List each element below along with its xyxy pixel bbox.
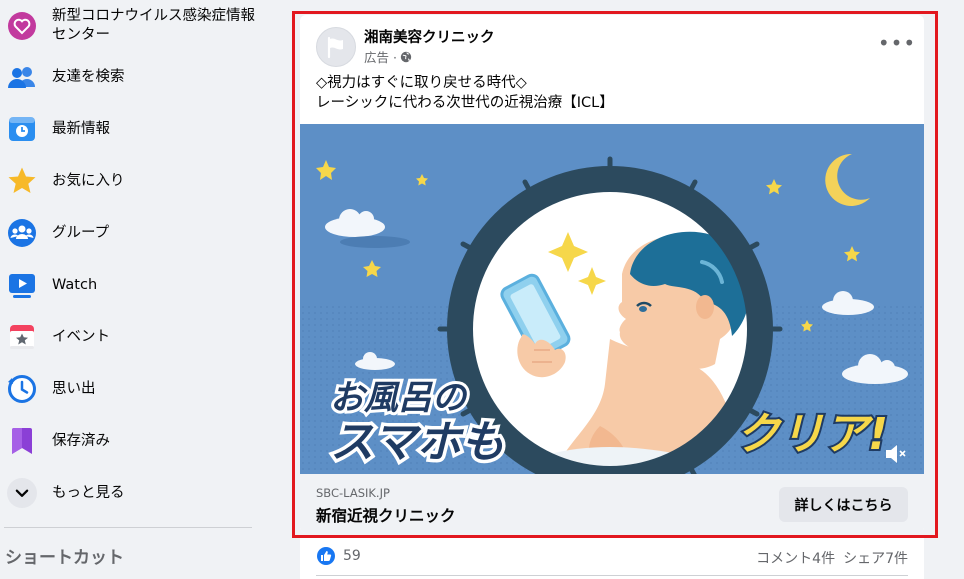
sidebar-item-news-feed[interactable]: 最新情報 (0, 105, 262, 153)
ad-image[interactable]: お風呂の スマホも クリア! (300, 124, 924, 474)
ad-text-left-line2: スマホも (330, 417, 505, 468)
sidebar-item-label: お気に入り (52, 172, 125, 189)
post-text-line: レーシックに代わる次世代の近視治療【ICL】 (316, 95, 614, 111)
groups-icon (7, 218, 37, 248)
reactions-bar: 59 コメント4件 シェア7件 (300, 538, 924, 579)
like-reaction-icon[interactable] (317, 547, 335, 565)
sidebar-item-label: 保存済み (52, 432, 110, 449)
shortcuts-heading: ショートカット (5, 548, 124, 568)
ad-link-caption[interactable]: SBC-LASIK.JP 新宿近視クリニック 詳しくはこちら (300, 474, 924, 533)
page-avatar[interactable] (316, 27, 356, 67)
left-sidebar: 新型コロナウイルス感染症情報センター 友達を検索 最新情報 お気に入り グループ… (0, 0, 262, 579)
comment-count[interactable]: コメント4件 (756, 548, 835, 568)
reactions-divider (316, 575, 908, 576)
post-text-line: ◇視力はすぐに取り戻せる時代◇ (316, 75, 527, 91)
post-text: ◇視力はすぐに取り戻せる時代◇ レーシックに代わる次世代の近視治療【ICL】 (316, 73, 614, 113)
sidebar-item-events[interactable]: イベント (0, 313, 262, 361)
sponsored-post-card: 湘南美容クリニック 広告 · ••• ◇視力はすぐに取り戻せる時代◇ レーシック… (300, 15, 924, 533)
sidebar-item-label: 友達を検索 (52, 68, 125, 85)
sponsored-text: 広告 · (364, 50, 397, 65)
ad-text-left-line1: お風呂の (330, 378, 468, 418)
star-icon (7, 166, 37, 196)
sidebar-item-label: 思い出 (52, 380, 96, 397)
share-count[interactable]: シェア7件 (843, 548, 908, 568)
sidebar-item-covid-center[interactable]: 新型コロナウイルス感染症情報センター (0, 2, 262, 50)
ad-headline[interactable]: 新宿近視クリニック (316, 504, 456, 526)
page-name-link[interactable]: 湘南美容クリニック (364, 26, 495, 47)
sidebar-item-find-friends[interactable]: 友達を検索 (0, 53, 262, 101)
events-icon (7, 322, 37, 352)
saved-icon (7, 426, 37, 456)
ad-domain: SBC-LASIK.JP (316, 486, 390, 500)
sidebar-item-label: もっと見る (52, 484, 125, 501)
flag-icon (327, 36, 343, 59)
news-feed-icon (7, 114, 37, 144)
sidebar-item-label: イベント (52, 328, 110, 345)
ad-text-right: クリア! (736, 409, 888, 460)
more-options-icon: ••• (877, 31, 917, 55)
sidebar-item-memories[interactable]: 思い出 (0, 365, 262, 413)
sidebar-item-label: 新型コロナウイルス感染症情報センター (52, 8, 255, 43)
sidebar-divider (4, 527, 252, 528)
like-count[interactable]: 59 (343, 548, 361, 564)
friends-icon (7, 62, 37, 92)
sidebar-item-favorites[interactable]: お気に入り (0, 157, 262, 205)
chevron-down-icon (7, 478, 37, 508)
sidebar-item-groups[interactable]: グループ (0, 209, 262, 257)
more-options-button[interactable]: ••• (878, 31, 915, 55)
covid-heart-icon (7, 11, 37, 41)
learn-more-button[interactable]: 詳しくはこちら (779, 487, 908, 522)
globe-icon (400, 51, 412, 62)
sidebar-item-label: グループ (52, 224, 110, 241)
sidebar-item-saved[interactable]: 保存済み (0, 417, 262, 465)
sidebar-item-watch[interactable]: Watch (0, 261, 262, 309)
post-stats: コメント4件 シェア7件 (756, 548, 908, 568)
sidebar-item-label: 最新情報 (52, 120, 110, 137)
memories-icon (7, 374, 37, 404)
sponsored-label: 広告 · (364, 47, 412, 66)
watch-icon (7, 270, 37, 300)
sidebar-item-see-more[interactable]: もっと見る (0, 469, 262, 517)
sidebar-item-label: Watch (52, 276, 98, 293)
